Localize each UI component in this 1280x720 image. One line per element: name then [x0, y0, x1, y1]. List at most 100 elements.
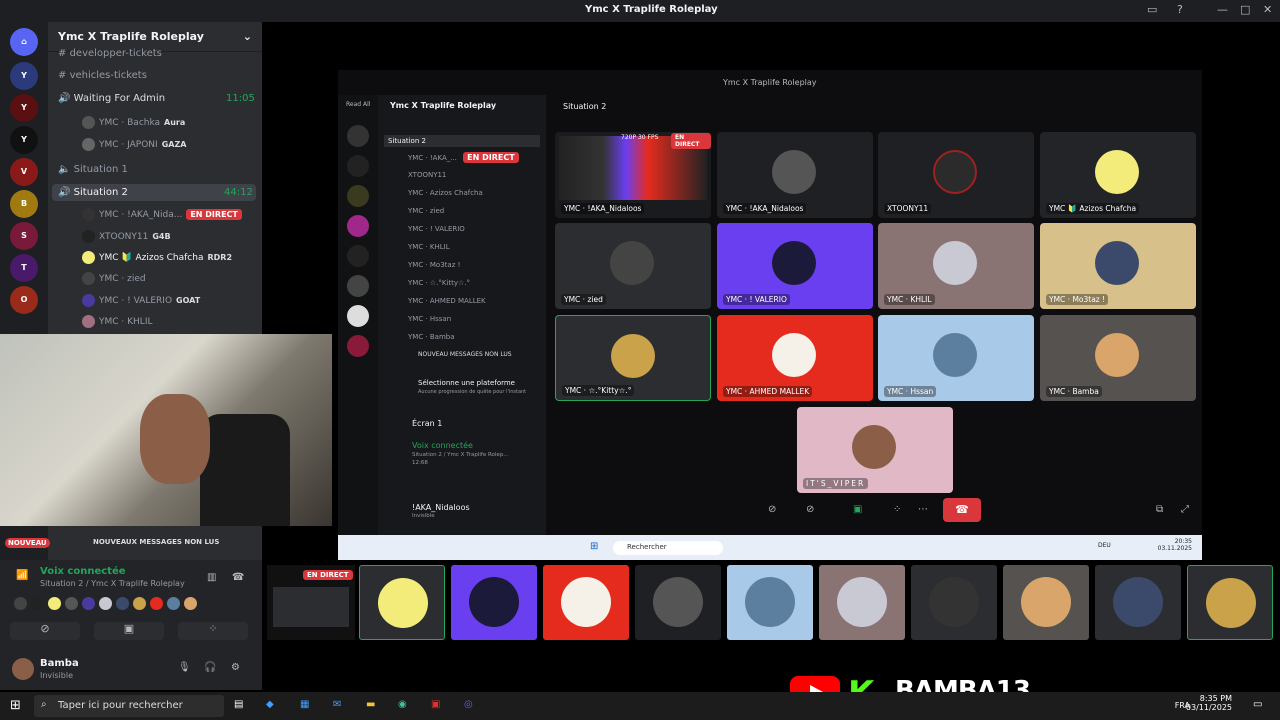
taskbar-clock[interactable]: 8:35 PM 03/11/2025 [1186, 694, 1232, 712]
edge-icon[interactable]: ◉ [398, 699, 407, 710]
voice-user[interactable]: YMC · JAPONI GAZA [82, 138, 186, 151]
camera-off-icon[interactable]: ⊘ [806, 504, 814, 515]
windows-icon[interactable]: ⊞ [590, 541, 598, 552]
server-icon[interactable] [347, 245, 369, 267]
video-tile[interactable]: YMC · ☆.°Kitty☆.° [555, 315, 711, 401]
server-icon[interactable] [347, 275, 369, 297]
server-icon[interactable] [347, 125, 369, 147]
camera-off-button[interactable]: ⊘ [10, 622, 80, 640]
settings-icon[interactable]: ⚙ [231, 662, 240, 673]
voice-user[interactable]: YMC · Bachka Aura [82, 116, 185, 129]
app-icon[interactable]: ▣ [431, 699, 440, 710]
shared-channel-item[interactable]: YMC · ☆.°Kitty☆.° [408, 279, 470, 287]
server-icon[interactable] [347, 335, 369, 357]
new-messages-pill[interactable]: NOUVEAUX MESSAGES NON LUS [85, 536, 228, 548]
voice-user[interactable]: XTOONY11 G4B [82, 230, 171, 243]
participant-thumb[interactable] [911, 565, 997, 640]
server-icon[interactable]: B [10, 190, 38, 218]
shared-channel-item[interactable]: YMC · !AKA_... EN DIRECT [408, 152, 519, 163]
soundboard-icon[interactable]: ▥ [207, 572, 216, 583]
disconnect-icon[interactable]: ☎ [232, 572, 244, 583]
channel-vehicles-tickets[interactable]: # vehicles-tickets [58, 70, 147, 81]
shared-channel-item[interactable]: YMC · Mo3taz ! [408, 261, 460, 269]
video-tile[interactable]: IT'S_VIPER [797, 407, 953, 493]
shared-channel-item[interactable]: XTOONY11 [408, 171, 446, 179]
server-icon[interactable]: Y [10, 62, 38, 90]
voice-user[interactable]: YMC 🔰 Azizos Chafcha RDR2 [82, 251, 232, 264]
server-icon[interactable]: T [10, 254, 38, 282]
stream-thumb[interactable]: EN DIRECT [267, 565, 355, 640]
channel-developper-tickets[interactable]: # developper-tickets [58, 48, 162, 59]
fullscreen-icon[interactable]: ⤢ [1181, 504, 1189, 515]
task-view-icon[interactable]: ▤ [234, 699, 243, 710]
shared-channel-item[interactable]: YMC · Bamba [408, 333, 455, 341]
activities-button[interactable]: ⁘ [178, 622, 248, 640]
video-tile[interactable]: 720P 30 FPS EN DIRECT YMC · !AKA_Nidaloo… [555, 132, 711, 218]
server-icon[interactable]: O [10, 286, 38, 314]
shared-channel-item[interactable]: YMC · Hssan [408, 315, 451, 323]
headset-icon[interactable]: 🎧 [204, 662, 216, 673]
server-icon[interactable]: S [10, 222, 38, 250]
platform-title[interactable]: Sélectionne une plateforme [418, 379, 515, 387]
activities-icon[interactable]: ⁘ [893, 504, 901, 515]
maximize-button[interactable]: □ [1240, 3, 1250, 16]
participant-thumb[interactable] [635, 565, 721, 640]
home-icon[interactable]: ⌂ [10, 28, 38, 56]
participant-thumb[interactable] [359, 565, 445, 640]
server-icon[interactable] [347, 215, 369, 237]
video-tile[interactable]: YMC · AHMED MALLEK [717, 315, 873, 401]
voice-channel-situation1[interactable]: 🔈 Situation 1 [58, 164, 128, 175]
shared-new-pill[interactable]: NOUVEAU MESSAGES NON LUS [418, 351, 512, 358]
mute-icon[interactable]: ⊘ [768, 504, 776, 515]
taskbar-search[interactable]: ⌕ Taper ici pour rechercher [34, 695, 224, 717]
help-icon[interactable]: ? [1177, 3, 1183, 16]
close-button[interactable]: ✕ [1263, 3, 1272, 16]
video-tile[interactable]: YMC · Hssan [878, 315, 1034, 401]
server-icon[interactable] [347, 155, 369, 177]
voice-user[interactable]: YMC · zied [82, 272, 146, 285]
store-icon[interactable]: ▦ [300, 699, 309, 710]
participant-thumb[interactable] [543, 565, 629, 640]
participant-thumb[interactable] [1187, 565, 1273, 640]
voice-user[interactable]: YMC · KHLIL [82, 315, 152, 328]
shared-channel-item[interactable]: YMC · Azizos Chafcha [408, 189, 483, 197]
participant-thumb[interactable] [727, 565, 813, 640]
more-icon[interactable]: ⋯ [918, 504, 928, 515]
read-all-label[interactable]: Read All [346, 101, 370, 108]
video-tile[interactable]: YMC · KHLIL [878, 223, 1034, 309]
participant-thumb[interactable] [819, 565, 905, 640]
server-icon[interactable]: V [10, 158, 38, 186]
outlook-icon[interactable]: ✉ [333, 699, 341, 710]
voice-user[interactable]: YMC · !AKA_Nida... EN DIRECT [82, 208, 242, 221]
participant-thumb[interactable] [451, 565, 537, 640]
shared-channel-item[interactable]: YMC · KHLIL [408, 243, 450, 251]
server-icon[interactable] [347, 185, 369, 207]
shared-server-name[interactable]: Ymc X Traplife Roleplay [390, 101, 496, 110]
video-tile[interactable]: YMC · ! VALERIO [717, 223, 873, 309]
video-tile[interactable]: YMC · !AKA_Nidaloos [717, 132, 873, 218]
participant-thumb[interactable] [1095, 565, 1181, 640]
shared-channel-item[interactable]: YMC · zied [408, 207, 444, 215]
server-icon[interactable]: Y [10, 94, 38, 122]
avatar[interactable] [12, 658, 34, 680]
screen-share-icon[interactable]: ▣ [853, 504, 862, 515]
notification-icon[interactable]: ▭ [1253, 699, 1262, 710]
video-tile[interactable]: YMC 🔰 Azizos Chafcha [1040, 132, 1196, 218]
inner-search[interactable]: Rechercher [613, 541, 723, 555]
server-icon[interactable]: Y [10, 126, 38, 154]
video-tile[interactable]: YMC · zied [555, 223, 711, 309]
copilot-icon[interactable]: ◆ [266, 699, 274, 710]
microphone-icon[interactable]: 🎙 [178, 662, 191, 673]
voice-channel-situation2[interactable]: 🔊 Situation 2 44:12 [52, 184, 256, 201]
server-icon[interactable] [347, 305, 369, 327]
voice-user[interactable]: YMC · ! VALERIO GOAT [82, 294, 200, 307]
hangup-button[interactable]: ☎ [943, 498, 981, 522]
shared-channel-item[interactable]: YMC · AHMED MALLEK [408, 297, 486, 305]
folder-icon[interactable]: ▬ [366, 699, 375, 710]
minimize-button[interactable]: — [1217, 3, 1228, 16]
shared-channel-item[interactable]: YMC · ! VALERIO [408, 225, 465, 233]
video-tile[interactable]: YMC · Bamba [1040, 315, 1196, 401]
screen-icon[interactable]: ▭ [1147, 3, 1157, 16]
discord-icon[interactable]: ◎ [464, 699, 473, 710]
popout-icon[interactable]: ⧉ [1156, 504, 1163, 515]
